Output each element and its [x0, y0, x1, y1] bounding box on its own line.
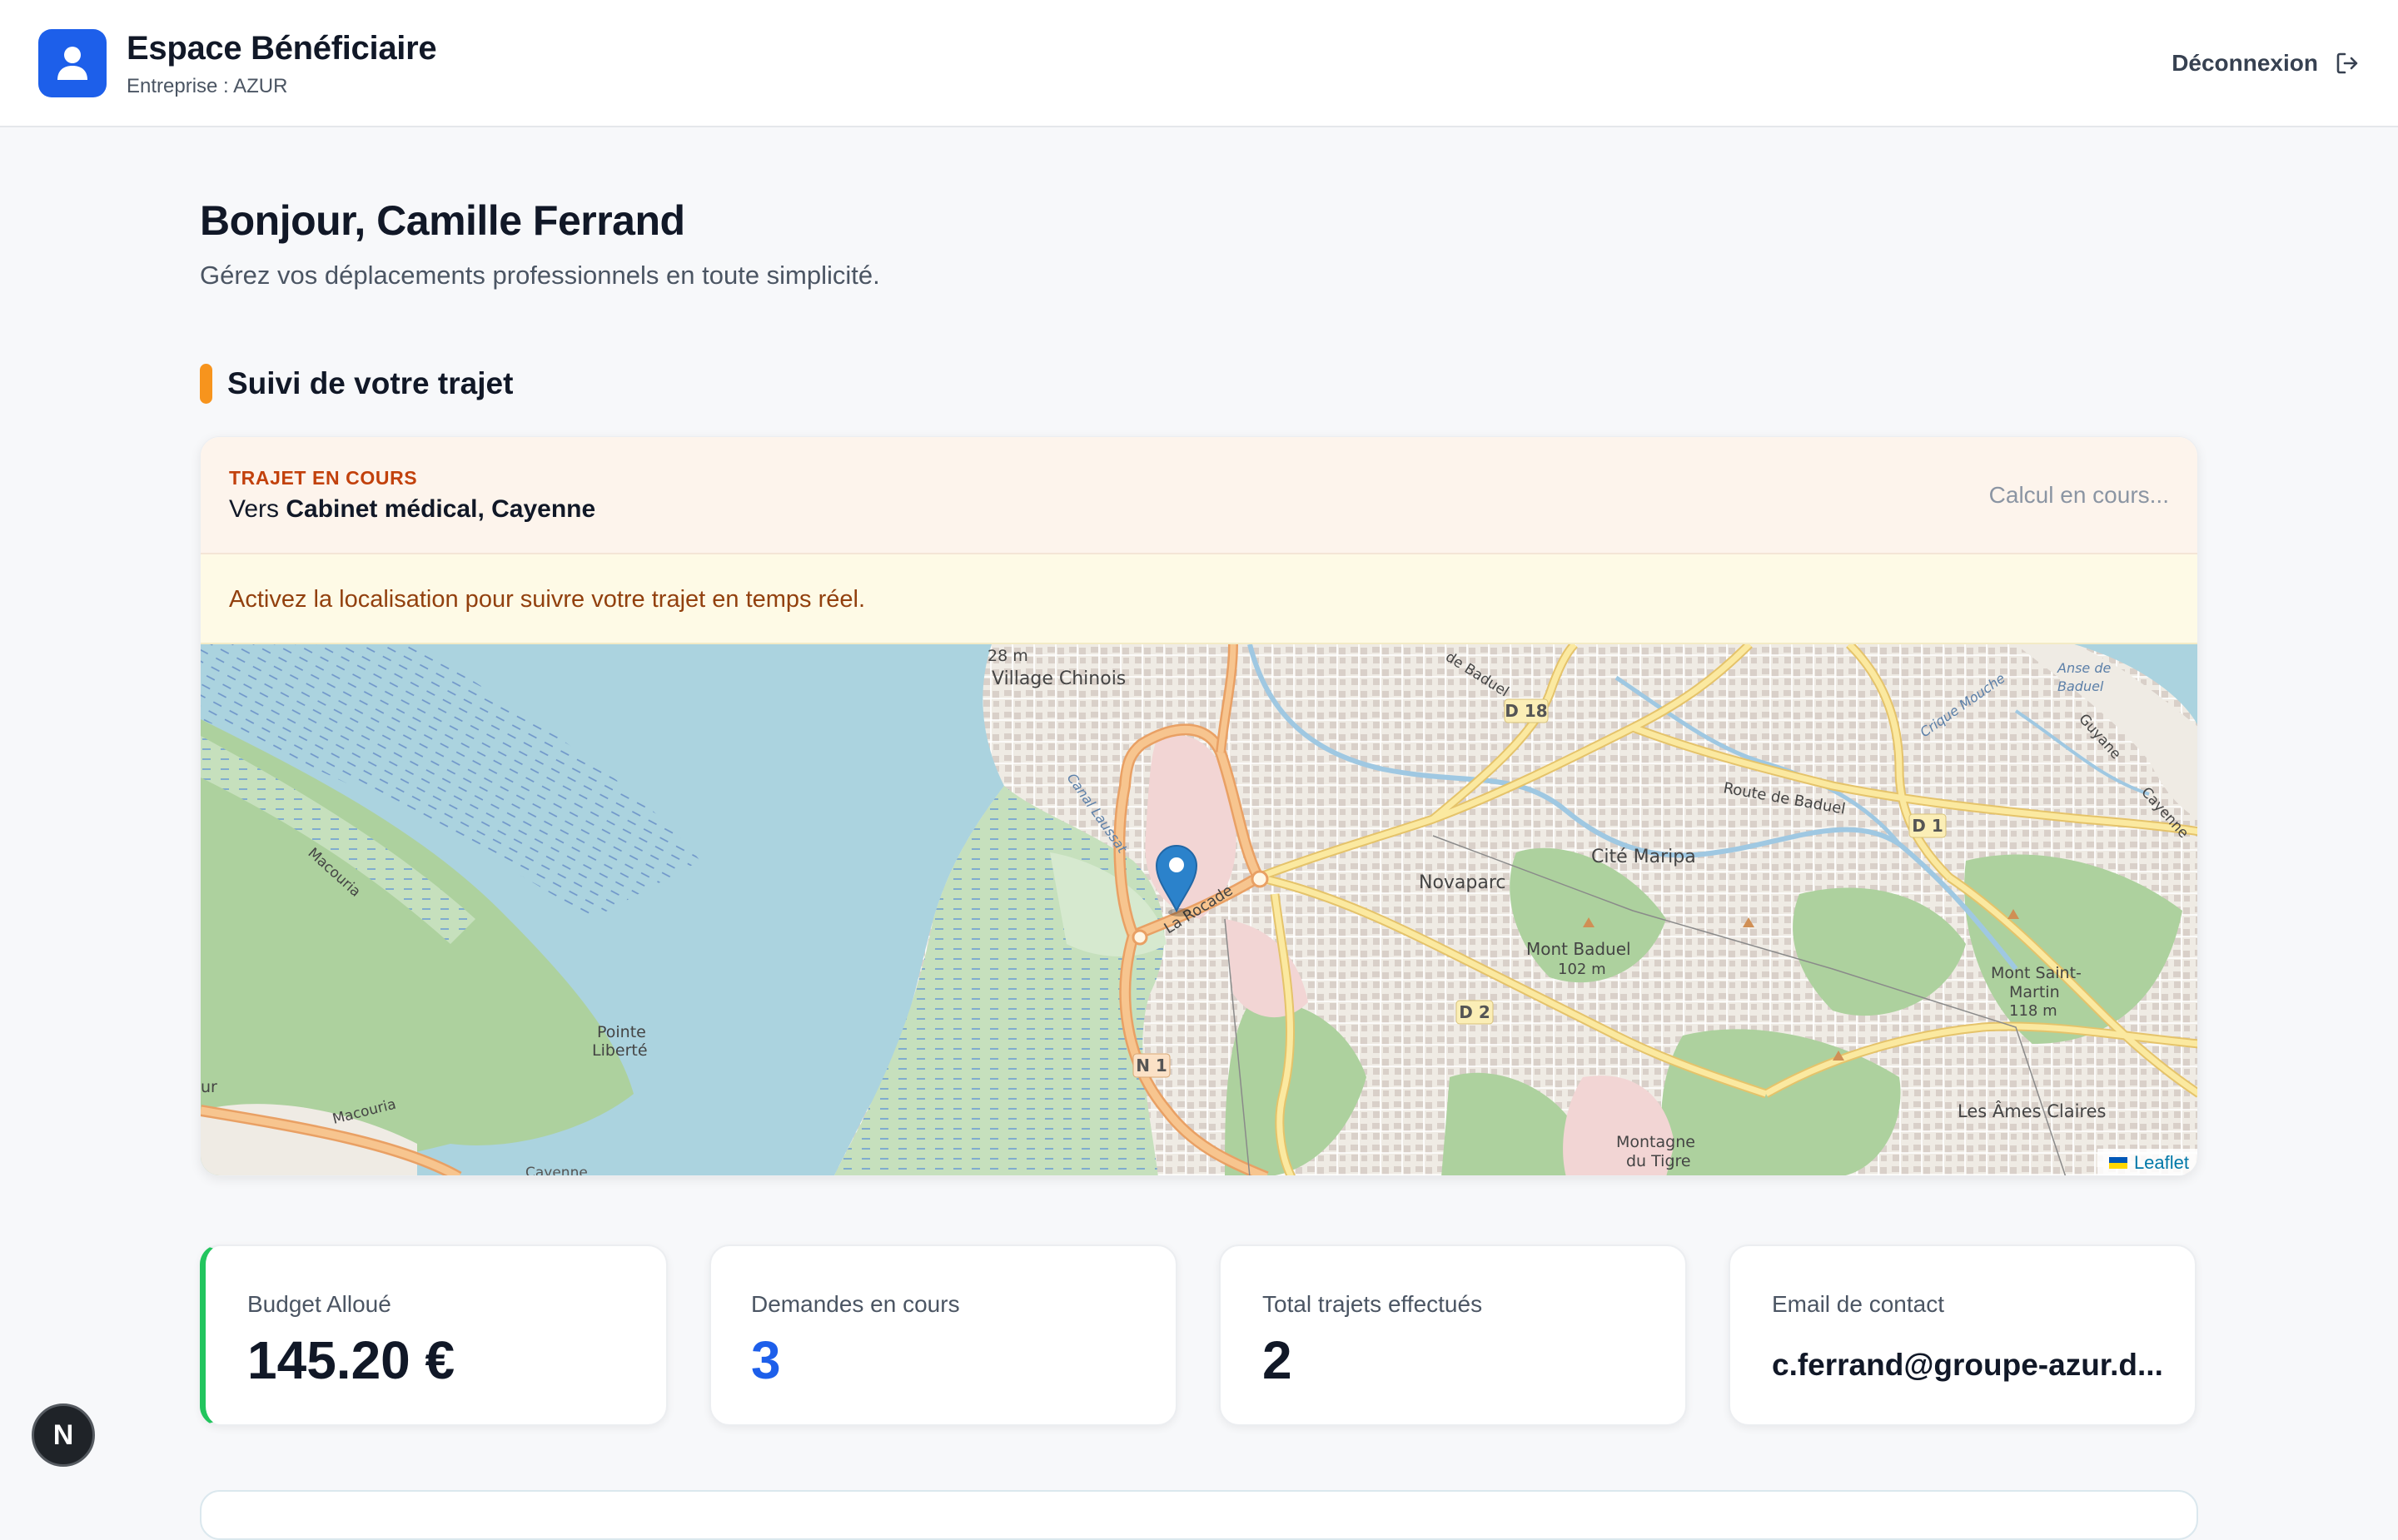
map-label-pointe-liberte-1: Pointe: [597, 1023, 646, 1041]
map-label-les-ames-claires: Les Âmes Claires: [1958, 1100, 2106, 1121]
contact-email[interactable]: c.ferrand@groupe-azur.d...: [1772, 1348, 2163, 1383]
map-label-montagne-du-tigre-2: du Tigre: [1626, 1152, 1691, 1170]
map-label-n1: N 1: [1136, 1056, 1167, 1076]
stat-card-total-trips: Total trajets effectués 2: [1219, 1244, 1687, 1426]
stat-label: Total trajets effectués: [1262, 1291, 1483, 1317]
stat-value: 3: [751, 1330, 781, 1390]
ukraine-flag-icon: [2108, 1157, 2127, 1169]
trip-header: TRAJET EN COURS Vers Cabinet médical, Ca…: [201, 437, 2197, 554]
map-label-cite-maripa: Cité Maripa: [1591, 847, 1696, 867]
location-alert: Activez la localisation pour suivre votr…: [201, 554, 2197, 644]
stat-label: Budget Alloué: [247, 1291, 391, 1317]
app-title: Espace Bénéficiaire: [127, 30, 437, 67]
stat-label: Demandes en cours: [751, 1291, 960, 1317]
top-bar: Espace Bénéficiaire Entreprise : AZUR Dé…: [0, 0, 2398, 127]
map-label-d2: D 2: [1459, 1002, 1490, 1022]
trip-tracking-card: TRAJET EN COURS Vers Cabinet médical, Ca…: [200, 436, 2198, 1176]
map-label-alt-28: 28 m: [988, 647, 1028, 665]
destination-name: Cabinet médical, Cayenne: [286, 495, 596, 523]
trip-eta: Calcul en cours...: [1988, 482, 2169, 508]
logout-label: Déconnexion: [2172, 50, 2318, 76]
trip-destination: Vers Cabinet médical, Cayenne: [229, 495, 595, 524]
map-label-pointe-liberte-2: Liberté: [592, 1041, 648, 1060]
map-label-d1: D 1: [1912, 816, 1943, 836]
map-label-village-chinois: Village Chinois: [992, 668, 1126, 689]
page-title: Bonjour, Camille Ferrand: [200, 197, 685, 244]
trip-map[interactable]: D 18 D 1 D 2 N 1 28 m Village Chinois No…: [201, 644, 2198, 1176]
section-title: Suivi de votre trajet: [227, 366, 514, 400]
map-label-anse-de-baduel-2: Baduel: [2057, 678, 2104, 694]
map-tiles[interactable]: D 18 D 1 D 2 N 1 28 m Village Chinois No…: [201, 644, 2198, 1176]
trip-status-label: TRAJET EN COURS: [229, 467, 418, 489]
map-label-d18: D 18: [1505, 701, 1547, 721]
stat-value: 2: [1262, 1330, 1292, 1390]
leaflet-attribution[interactable]: Leaflet: [2097, 1149, 2197, 1175]
destination-prefix: Vers: [229, 495, 280, 523]
map-label-alt-118: 118 m: [2009, 1002, 2057, 1020]
stat-card-pending-requests: Demandes en cours 3: [709, 1244, 1177, 1426]
map-label-ur: ur: [201, 1078, 217, 1096]
map-label-mont-baduel: Mont Baduel: [1526, 939, 1631, 959]
logout-icon: [2336, 52, 2358, 74]
section-accent-bar: [200, 364, 212, 404]
map-label-montagne-du-tigre-1: Montagne: [1616, 1133, 1695, 1151]
map-label-cayenne-bottom: Cayenne: [525, 1165, 588, 1176]
map-label-alt-102: 102 m: [1558, 961, 1606, 978]
attribution-link[interactable]: Leaflet: [2134, 1152, 2189, 1174]
stat-value: 145.20 €: [247, 1330, 455, 1390]
map-label-mont-saint-martin-1: Mont Saint-: [1991, 964, 2082, 982]
company-name: Entreprise : AZUR: [127, 75, 288, 97]
location-alert-text: Activez la localisation pour suivre votr…: [229, 586, 866, 613]
map-label-novaparc: Novaparc: [1419, 872, 1506, 893]
next-section-card: [200, 1490, 2198, 1540]
map-label-mont-saint-martin-2: Martin: [2009, 983, 2060, 1001]
dev-tools-badge[interactable]: N: [32, 1403, 95, 1467]
section-header: Suivi de votre trajet: [200, 363, 513, 405]
user-icon: [38, 29, 107, 97]
logout-button[interactable]: Déconnexion: [2172, 47, 2360, 80]
stat-label: Email de contact: [1772, 1291, 1944, 1317]
page-subtitle: Gérez vos déplacements professionnels en…: [200, 261, 880, 290]
stat-card-budget: Budget Alloué 145.20 €: [200, 1244, 668, 1426]
stat-card-contact-email: Email de contact c.ferrand@groupe-azur.d…: [1729, 1244, 2197, 1426]
map-label-anse-de-baduel-1: Anse de: [2057, 660, 2112, 676]
